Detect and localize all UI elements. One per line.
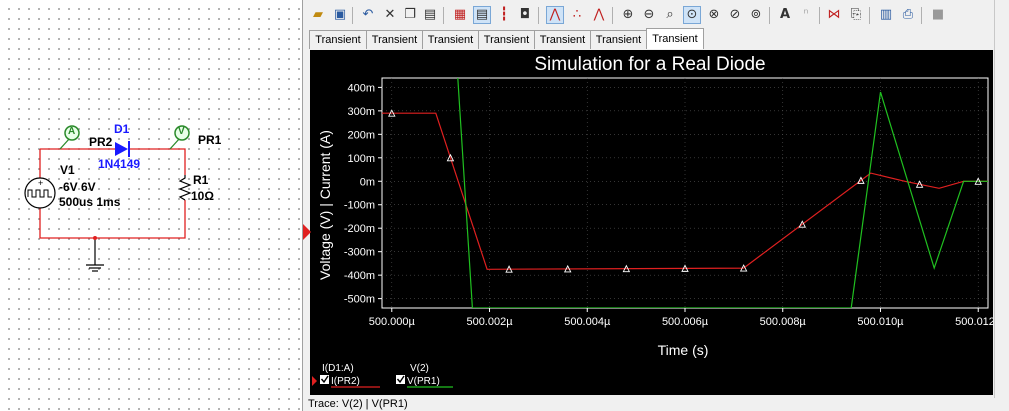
y-tick-label: 300m [347,106,375,118]
source-ref-label: V1 [60,163,75,177]
selected-trace-marker-icon [312,376,317,386]
tab-transient-3[interactable]: Transient [422,30,479,49]
plot-area[interactable]: Simulation for a Real Diode Voltage (V) … [310,50,993,395]
transient-chart[interactable]: Simulation for a Real Diode Voltage (V) … [310,50,993,395]
zoom-out-icon[interactable]: ⊖ [640,6,658,24]
zoom-area-icon[interactable]: ⌕ [661,6,679,24]
tab-transient-1[interactable]: Transient [309,30,367,49]
zoom-y-icon[interactable]: ⊘ [726,6,744,24]
y-tick-label: -500m [344,294,375,306]
grid-icon[interactable]: ▦ [451,6,469,24]
stop-icon[interactable]: ■ [929,6,947,24]
chart-title: Simulation for a Real Diode [534,54,765,75]
x-tick-label: 500.010µ [857,316,904,328]
zoom-full-icon[interactable]: ⊙ [683,6,701,24]
source-amplitude-label: -6V 6V [59,180,96,194]
x-tick-label: 500.006µ [662,316,709,328]
legend-v2: V(2) [410,363,429,374]
status-bar: Trace: V(2) | V(PR1) [303,398,1008,411]
tab-transient-6[interactable]: Transient [590,30,647,49]
tab-transient-4[interactable]: Transient [478,30,535,49]
diode-symbol-icon[interactable] [115,141,130,157]
undo-icon[interactable]: ↶ [359,6,377,24]
add-trace-icon[interactable]: ⎘ [847,6,865,24]
save-icon[interactable]: ▣ [331,6,349,24]
paste-icon[interactable]: ▤ [421,6,439,24]
diode-model-label: 1N4149 [98,157,141,171]
y-tick-label: 200m [347,129,375,141]
y-tick-label: 100m [347,153,375,165]
delete-icon[interactable]: ✕ [381,6,399,24]
ground-icon[interactable] [86,236,104,272]
plot-traces [382,78,988,308]
text-icon[interactable]: A [776,6,794,24]
zoom-in-icon[interactable]: ⊕ [619,6,637,24]
tab-transient-7[interactable]: Transient [646,28,704,49]
diode-ref-label: D1 [114,122,130,136]
y-axis-label: Voltage (V) | Current (A) [317,130,333,280]
y-tick-label: -400m [344,270,375,282]
x-tick-label: 500.008µ [760,316,807,328]
voltmeter-probe-symbol: V [178,126,185,137]
source-timing-label: 500us 1ms [59,195,121,209]
y-tick-label: 400m [347,82,375,94]
tab-transient-2[interactable]: Transient [366,30,423,49]
legend-i-d1a: I(D1:A) [322,363,354,374]
x-tick-label: 500.012µ [955,316,993,328]
circuit-drawing: + [24,125,192,272]
probe-pr2-label: PR2 [89,135,113,149]
x-tick-label: 500.004µ [564,316,611,328]
zoom-x-icon[interactable]: ⊗ [705,6,723,24]
dark-bg-icon[interactable]: ◘ [516,6,534,24]
dotline-plot-icon[interactable]: ⋀ [590,6,608,24]
y-tick-label: -300m [344,247,375,259]
probe-pr1-label: PR1 [198,133,222,147]
legend-i-pr2: I(PR2) [331,376,360,387]
plot-grid [381,77,989,309]
y-tick-label: 0m [360,176,375,188]
plot-frame [381,77,989,309]
tab-transient-5[interactable]: Transient [534,30,591,49]
x-axis-label: Time (s) [658,342,709,358]
plot-legend[interactable]: I(D1:A) I(PR2) V(2) V(PR1) [312,363,453,388]
cursor-icon[interactable]: ┇ [495,6,513,24]
plot-cursor-marker-icon[interactable] [303,220,311,244]
resistor-symbol-icon[interactable] [178,175,192,201]
resistor-ref-label: R1 [193,173,209,187]
axis-ticks: 400m 300m 200m 100m 0m -100m -200m -300m -400m -5… [344,82,993,328]
trace-current-pr2 [382,112,988,270]
legend-v-pr1: V(PR1) [407,376,440,387]
x-tick-label: 500.002µ [466,316,513,328]
print-icon[interactable]: ⎙ [899,6,917,24]
ammeter-probe-symbol: A [68,126,76,137]
svg-text:+: + [38,178,43,188]
grapher-window: ▰ ▣ ↶ ✕ ❐ ▤ ▦ ▤ ┇ ◘ ⋀ ∴ ⋀ ⊕ ⊖ ⌕ ⊙ ⊗ ⊘ ⊚ … [302,0,1009,411]
y-tick-label: -200m [344,223,375,235]
dot-plot-icon[interactable]: ∴ [568,6,586,24]
grapher-toolbar: ▰ ▣ ↶ ✕ ❐ ▤ ▦ ▤ ┇ ◘ ⋀ ∴ ⋀ ⊕ ⊖ ⌕ ⊙ ⊗ ⊘ ⊚ … [303,4,1009,28]
legend-icon[interactable]: ▤ [473,6,491,24]
annotation-icon[interactable]: ⁿ [797,6,815,24]
copy-icon[interactable]: ❐ [401,6,419,24]
x-tick-label: 500.000µ [369,316,416,328]
trace-voltage-pr1 [457,78,988,308]
resistor-value-label: 10Ω [191,189,214,203]
y-tick-label: -100m [344,200,375,212]
schematic-canvas[interactable]: + A V PR2 PR1 D1 1N4149 V1 -6V 6V 500us … [0,0,302,411]
overlay-icon[interactable]: ⋈ [825,6,843,24]
vertical-scrollbar[interactable] [994,0,1009,411]
pulse-source-icon[interactable]: + [24,177,56,209]
line-plot-icon[interactable]: ⋀ [546,6,564,24]
open-icon[interactable]: ▰ [309,6,327,24]
export-icon[interactable]: ▥ [877,6,895,24]
zoom-reset-icon[interactable]: ⊚ [747,6,765,24]
